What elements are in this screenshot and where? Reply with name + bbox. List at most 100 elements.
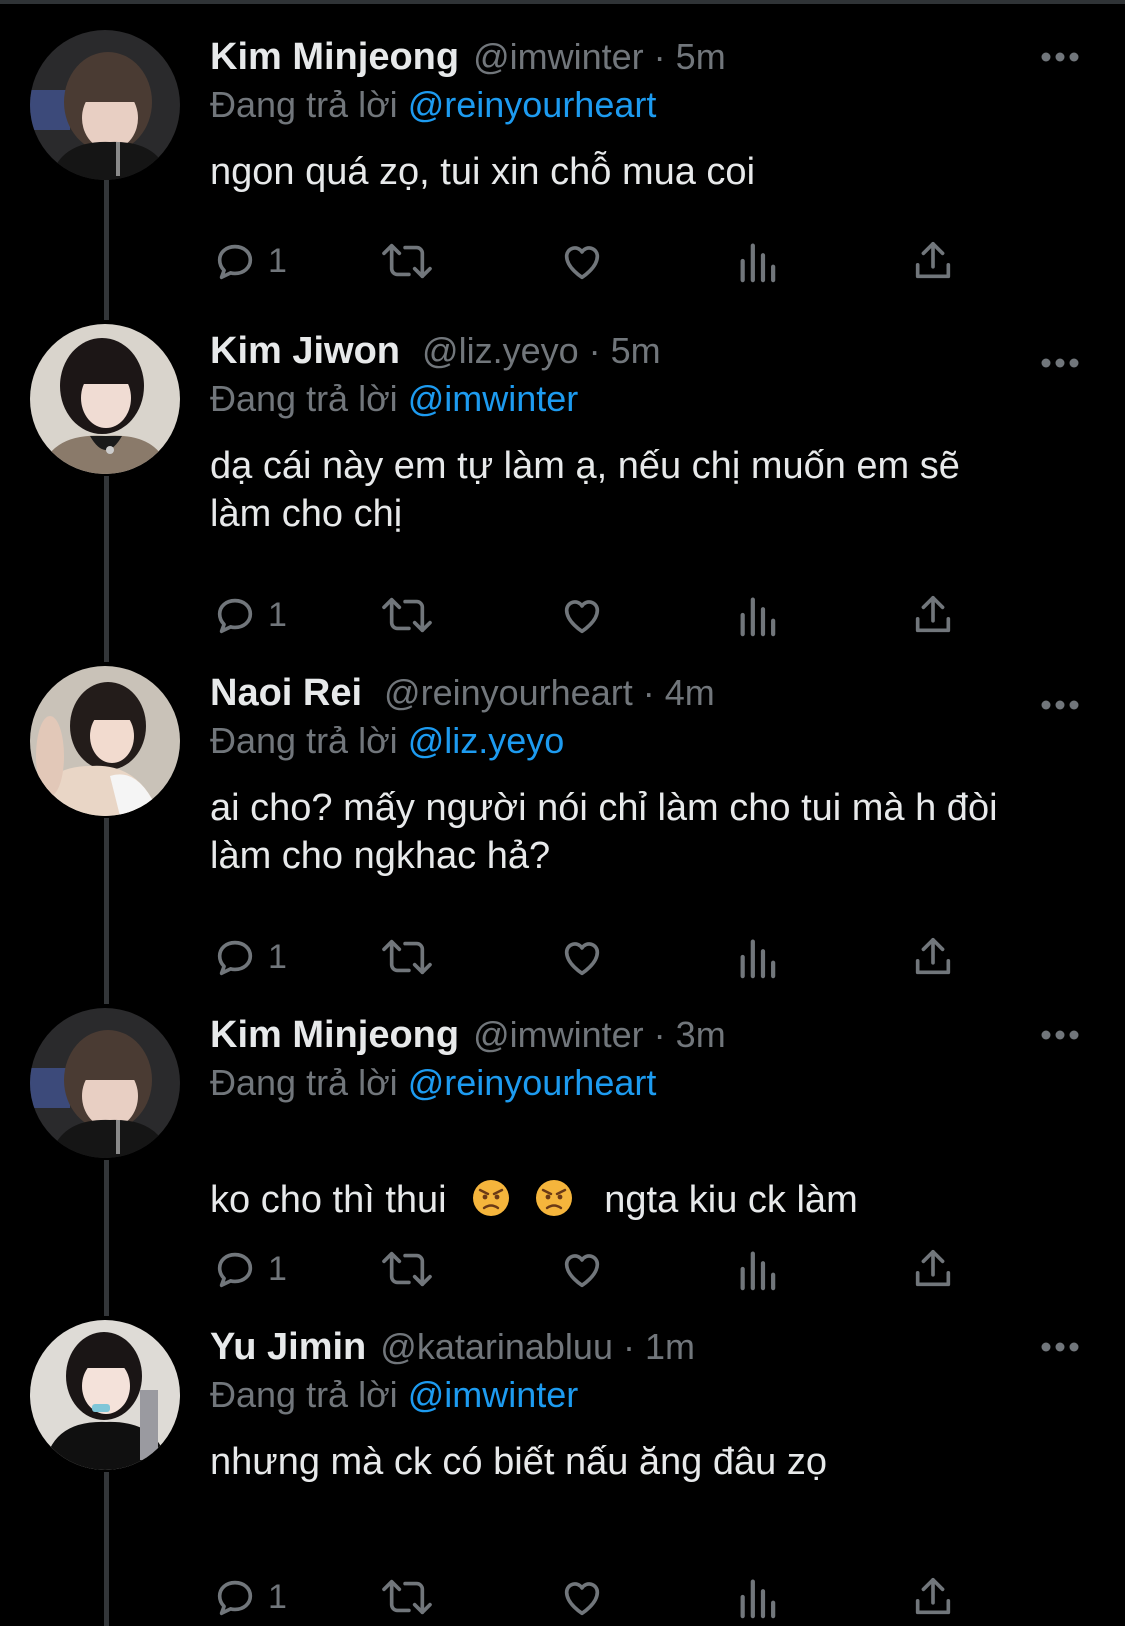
retweet-button[interactable]	[380, 932, 434, 982]
like-icon	[564, 1254, 600, 1288]
avatar[interactable]	[30, 666, 180, 816]
handle[interactable]: @reinyourheart	[384, 672, 633, 714]
mention-link[interactable]: @imwinter	[408, 378, 579, 419]
avatar[interactable]	[30, 1008, 180, 1158]
display-name[interactable]: Kim Jiwon	[210, 330, 400, 373]
views-button[interactable]	[738, 1572, 778, 1622]
like-button[interactable]	[558, 932, 606, 982]
timestamp[interactable]: 4m	[665, 672, 715, 714]
display-name[interactable]: Naoi Rei	[210, 672, 362, 715]
like-icon	[564, 600, 600, 634]
display-name[interactable]: Kim Minjeong	[210, 36, 459, 79]
tweet-text-line: làm cho ngkhac hả?	[210, 835, 551, 877]
retweet-icon	[382, 597, 432, 633]
display-name[interactable]: Yu Jimin	[210, 1326, 366, 1369]
thread-line	[104, 1472, 109, 1626]
reply-button[interactable]: 1	[212, 1244, 287, 1294]
share-button[interactable]	[910, 236, 956, 286]
timestamp[interactable]: 5m	[676, 36, 726, 78]
replying-to: Đang trả lời @imwinter	[210, 378, 578, 424]
like-button[interactable]	[558, 1244, 606, 1294]
reply-icon	[217, 940, 253, 976]
like-icon	[564, 1582, 600, 1616]
reply-count: 1	[268, 1577, 287, 1616]
share-button[interactable]	[910, 1244, 956, 1294]
share-icon	[915, 937, 951, 975]
like-icon	[564, 246, 600, 280]
replying-prefix: Đang trả lời	[210, 84, 398, 125]
top-divider	[0, 0, 1125, 4]
tweet-text-line: làm cho chị	[210, 493, 403, 535]
replying-to: Đang trả lời @reinyourheart	[210, 1062, 656, 1108]
tweet-text-segment: ngta kiu ck làm	[604, 1179, 858, 1221]
handle[interactable]: @imwinter	[473, 1014, 644, 1056]
like-button[interactable]	[558, 236, 606, 286]
retweet-icon	[382, 1251, 432, 1287]
views-button[interactable]	[738, 1244, 778, 1294]
tweet-text-line: ai cho? mấy người nói chỉ làm cho tui mà…	[210, 787, 998, 829]
avatar[interactable]	[30, 324, 180, 474]
tweet-text-line: ngon quá zọ, tui xin chỗ mua coi	[210, 151, 756, 193]
share-icon	[915, 1577, 951, 1615]
views-icon	[740, 1251, 776, 1291]
more-options-icon[interactable]	[1040, 698, 1080, 712]
separator: ·	[642, 672, 655, 713]
reply-button[interactable]: 1	[212, 590, 287, 640]
more-options-icon[interactable]	[1040, 356, 1080, 370]
reply-button[interactable]: 1	[212, 236, 287, 286]
more-options-icon[interactable]	[1040, 50, 1080, 64]
reply-count: 1	[268, 1249, 287, 1288]
timestamp[interactable]: 5m	[611, 330, 661, 372]
thread-line	[104, 476, 109, 662]
handle[interactable]: @liz.yeyo	[422, 330, 579, 372]
timestamp[interactable]: 3m	[676, 1014, 726, 1056]
replying-to: Đang trả lời @imwinter	[210, 1374, 578, 1420]
tweet-text-line: dạ cái này em tự làm ạ, nếu chị muốn em …	[210, 445, 960, 487]
handle[interactable]: @imwinter	[473, 36, 644, 78]
separator: ·	[653, 36, 666, 77]
retweet-button[interactable]	[380, 590, 434, 640]
more-options-icon[interactable]	[1040, 1028, 1080, 1042]
share-button[interactable]	[910, 1572, 956, 1622]
action-bar: 1	[210, 1572, 1010, 1622]
reply-button[interactable]: 1	[212, 932, 287, 982]
thread-line	[104, 180, 109, 320]
reply-icon	[217, 598, 253, 634]
avatar[interactable]	[30, 30, 180, 180]
retweet-button[interactable]	[380, 1572, 434, 1622]
reply-count: 1	[268, 937, 287, 976]
reply-button[interactable]: 1	[212, 1572, 287, 1622]
timestamp[interactable]: 1m	[645, 1326, 695, 1368]
replying-prefix: Đang trả lời	[210, 378, 398, 419]
separator: ·	[622, 1326, 635, 1367]
mention-link[interactable]: @reinyourheart	[408, 84, 657, 125]
display-name[interactable]: Kim Minjeong	[210, 1014, 459, 1057]
handle[interactable]: @katarinabluu	[380, 1326, 613, 1368]
share-icon	[915, 241, 951, 279]
share-icon	[915, 595, 951, 633]
views-button[interactable]	[738, 932, 778, 982]
like-button[interactable]	[558, 590, 606, 640]
mention-link[interactable]: @liz.yeyo	[408, 720, 565, 761]
mention-link[interactable]: @reinyourheart	[408, 1062, 657, 1103]
retweet-button[interactable]	[380, 1244, 434, 1294]
replying-prefix: Đang trả lời	[210, 1374, 398, 1415]
avatar[interactable]	[30, 1320, 180, 1470]
share-button[interactable]	[910, 932, 956, 982]
views-icon	[740, 939, 776, 979]
replying-to: Đang trả lời @liz.yeyo	[210, 720, 564, 766]
views-button[interactable]	[738, 236, 778, 286]
like-icon	[564, 942, 600, 976]
views-button[interactable]	[738, 590, 778, 640]
reply-icon	[217, 244, 253, 280]
retweet-button[interactable]	[380, 236, 434, 286]
more-options-icon[interactable]	[1040, 1340, 1080, 1354]
tweet-text: ngon quá zọ, tui xin chỗ mua coi	[210, 148, 1090, 196]
share-button[interactable]	[910, 590, 956, 640]
mention-link[interactable]: @imwinter	[408, 1374, 579, 1415]
replying-prefix: Đang trả lời	[210, 1062, 398, 1103]
retweet-icon	[382, 1579, 432, 1615]
thread-line	[104, 1160, 109, 1316]
like-button[interactable]	[558, 1572, 606, 1622]
action-bar: 1	[210, 1244, 1010, 1294]
